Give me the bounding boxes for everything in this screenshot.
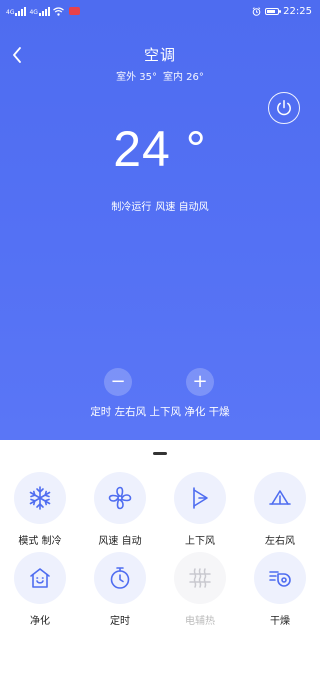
network-type-label: 4G xyxy=(6,8,15,16)
purify-label: 净化 xyxy=(30,616,50,627)
horizontal-swing-label: 左右风 xyxy=(265,536,295,547)
fan-speed-label: 风速 自动 xyxy=(98,536,142,547)
wifi-icon xyxy=(53,6,64,16)
fan-speed-status: 风速 自动风 xyxy=(155,202,209,213)
outdoor-temperature: 室外 35° xyxy=(116,72,157,83)
cell-signal-icon-1: 4G xyxy=(6,6,27,16)
increase-temperature-button[interactable]: + xyxy=(186,368,214,396)
power-icon xyxy=(277,100,291,116)
electric-heat-icon xyxy=(174,552,226,604)
vertical-swing-icon xyxy=(174,472,226,524)
drag-handle[interactable] xyxy=(153,452,167,455)
snowflake-icon xyxy=(14,472,66,524)
status-bar: 4G 4G 22:25 xyxy=(0,0,320,22)
indoor-temperature: 室内 26° xyxy=(163,72,204,83)
running-mode: 制冷运行 xyxy=(111,202,152,213)
timer-label: 定时 xyxy=(110,616,130,627)
fan-icon xyxy=(94,472,146,524)
active-functions-summary: 定时 左右风 上下风 净化 干燥 xyxy=(90,406,230,418)
target-temperature: 24 ° xyxy=(113,121,207,177)
room-temperature-info: 室外 35° 室内 26° xyxy=(0,68,320,83)
network-type-label-2: 4G xyxy=(29,8,38,16)
horizontal-swing-button[interactable]: 左右风 xyxy=(240,472,320,552)
timer-icon xyxy=(94,552,146,604)
page-title: 空调 xyxy=(143,46,176,64)
status-icons-left: 4G 4G xyxy=(6,6,80,16)
dry-button[interactable]: 干燥 xyxy=(240,552,320,632)
electric-heat-button[interactable]: 电辅热 xyxy=(160,552,240,632)
timer-button[interactable]: 定时 xyxy=(80,552,160,632)
dry-icon xyxy=(254,552,306,604)
vertical-swing-label: 上下风 xyxy=(185,536,215,547)
running-status: 制冷运行 风速 自动风 xyxy=(0,198,320,213)
horizontal-swing-icon xyxy=(254,472,306,524)
cell-signal-icon-2: 4G xyxy=(29,6,50,16)
purify-button[interactable]: 净化 xyxy=(0,552,80,632)
record-badge-icon xyxy=(68,7,80,15)
alarm-icon xyxy=(252,6,261,16)
dry-label: 干燥 xyxy=(270,616,290,627)
mode-button[interactable]: 模式 制冷 xyxy=(0,472,80,552)
clock-time: 22:25 xyxy=(283,5,312,17)
decrease-temperature-button[interactable]: − xyxy=(104,368,132,396)
fan-speed-button[interactable]: 风速 自动 xyxy=(80,472,160,552)
battery-icon xyxy=(265,7,282,15)
vertical-swing-button[interactable]: 上下风 xyxy=(160,472,240,552)
purify-icon xyxy=(14,552,66,604)
mode-label: 模式 制冷 xyxy=(18,536,62,547)
ac-control-panel: 4G 4G 22:25 空调 室外 35° 室内 26° 24 ° 制冷运行 风… xyxy=(0,0,320,440)
status-icons-right: 22:25 xyxy=(252,6,312,17)
function-panel: 模式 制冷 风速 自动 上下风 左右风 净化 定时 电辅热 干燥 xyxy=(0,440,320,694)
electric-heat-label: 电辅热 xyxy=(185,616,215,627)
